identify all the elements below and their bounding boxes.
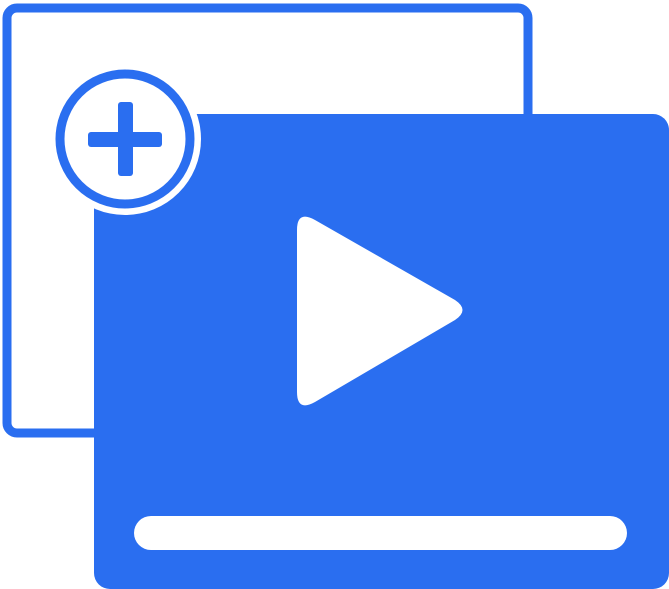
progress-bar (134, 516, 627, 550)
plus-horizontal-bar (88, 132, 162, 147)
add-video-illustration (0, 0, 669, 589)
add-video-icon (2, 3, 669, 589)
